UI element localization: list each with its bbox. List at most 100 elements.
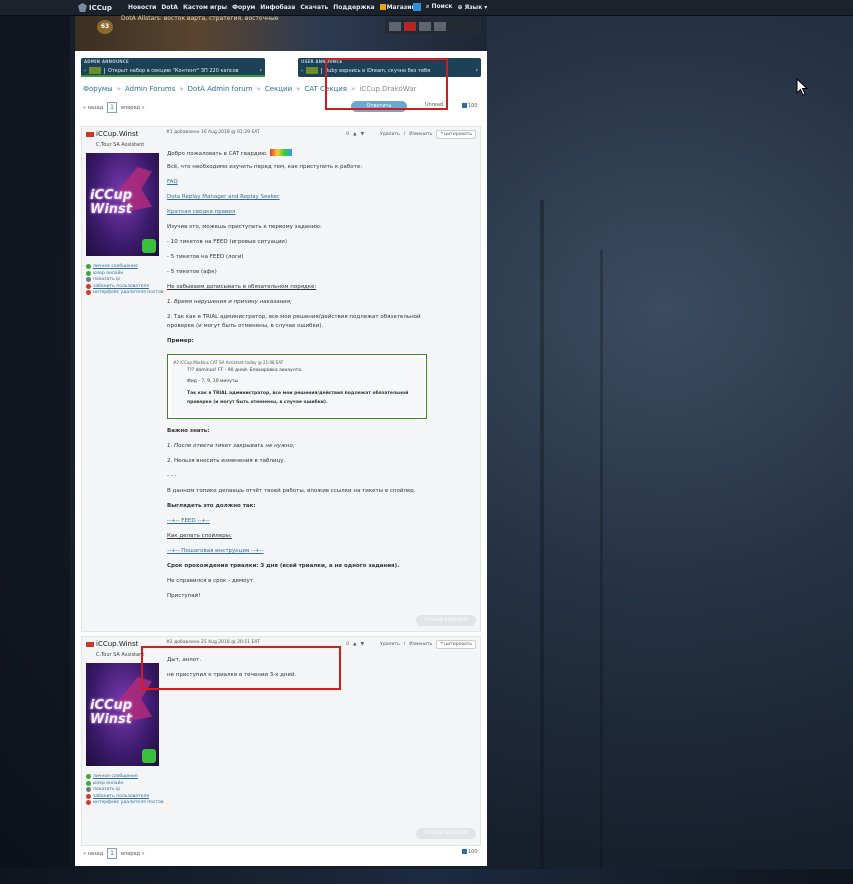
shop-icon	[379, 4, 386, 10]
ban-user-link[interactable]: забанить пользователя	[86, 283, 164, 289]
pager-next[interactable]: вперед »	[121, 105, 145, 111]
user-online-link[interactable]: юзер онлайн	[86, 780, 164, 786]
background-trunk	[600, 250, 603, 880]
author-links: личное сообщение юзер онлайн показать ip…	[86, 774, 164, 807]
status-icon	[86, 264, 91, 269]
rank-badge-icon	[142, 749, 156, 763]
crumb-dota-admin-forum[interactable]: DotA Admin forum	[188, 85, 253, 93]
show-ip-link[interactable]: показать ip	[86, 277, 164, 282]
crumb-admin-forums[interactable]: Admin Forums	[125, 85, 175, 93]
post-meta: #2 добавлено 25 Aug 2018 @ 20:11 EAT	[166, 640, 260, 645]
rules-summary-link[interactable]: Краткая сводка правил	[167, 209, 235, 215]
nav-dota[interactable]: DotA	[161, 4, 178, 11]
ban-icon	[86, 283, 91, 289]
thumbs-up-icon[interactable]: ▲	[353, 642, 356, 647]
edit-post-link[interactable]: Изменить	[409, 132, 432, 137]
feed-spoiler-link[interactable]: --+-- FEED --+--	[167, 518, 210, 524]
nav-menu: Новости DotA Кастом игры Форум Инфобаза …	[128, 4, 416, 11]
left-arrow-icon[interactable]: ‹	[84, 68, 86, 74]
pagination-top: « назад 1 вперед »	[83, 102, 145, 113]
delete-posts-link[interactable]: интерфейс удалителя постов	[86, 800, 164, 805]
author-role: C.Tour SA Assistant	[96, 652, 145, 658]
profile-icon[interactable]	[434, 21, 446, 31]
thumbs-up-icon[interactable]: ▲	[353, 132, 356, 137]
pager-next[interactable]: вперед »	[121, 851, 145, 857]
header-banner: 63 DotA Allstars: восток варта, стратеги…	[75, 15, 487, 51]
top-navigation: ICCup Новости DotA Кастом игры Форум Инф…	[0, 0, 853, 16]
user-icon[interactable]	[413, 3, 421, 11]
private-message-link[interactable]: личное сообщение	[86, 774, 164, 779]
post-count: 100	[462, 849, 478, 855]
instruction-spoiler-link[interactable]: --+-- Пошаговая инструкция --+--	[167, 548, 264, 554]
nav-shop[interactable]: Магазин	[379, 4, 416, 11]
status-icon	[86, 774, 91, 779]
thumbs-down-icon[interactable]: ▼	[361, 642, 364, 647]
status-icon	[86, 270, 91, 276]
ban-icon	[86, 793, 91, 799]
nav-custom-games[interactable]: Кастом игры	[183, 4, 227, 11]
delete-icon	[86, 800, 91, 805]
nav-download[interactable]: Скачать	[300, 4, 328, 11]
crumb-forums[interactable]: Форумы	[83, 85, 113, 93]
pagination-bottom: « назад 1 вперед »	[83, 848, 145, 859]
mail-icon[interactable]	[389, 21, 401, 31]
admin-announcement[interactable]: ADMIN ANNOUNCE ‹ Открыт набор в секцию "К…	[81, 58, 265, 77]
vote-count: 0	[346, 642, 350, 647]
pager-page[interactable]: 1	[107, 102, 117, 113]
bottom-bar	[0, 869, 853, 884]
background-trunk	[540, 200, 544, 880]
chevron-down-icon: ▾	[484, 3, 488, 11]
site-logo[interactable]: ICCup	[78, 3, 112, 12]
tools-icon[interactable]	[419, 21, 431, 31]
flag-icon	[86, 131, 94, 137]
globe-icon: ⊕	[457, 3, 463, 11]
delete-post-link[interactable]: Удалить	[380, 642, 400, 647]
quote-button[interactable]: ❝ цитировать	[436, 640, 476, 649]
nav-forum[interactable]: Форум	[232, 4, 255, 11]
nav-right: ⌕ Поиск ⊕ Язык ▾	[413, 3, 487, 11]
delete-posts-link[interactable]: интерфейс удалителя постов	[86, 290, 164, 295]
private-message-link[interactable]: личное сообщение	[86, 264, 164, 269]
flag-icon	[86, 641, 94, 647]
right-arrow-icon[interactable]: ›	[260, 67, 262, 74]
replay-manager-link[interactable]: Dota Replay Manager and Replay Seeker	[167, 194, 279, 200]
edit-post-link[interactable]: Изменить	[409, 642, 432, 647]
flag-icon	[306, 67, 318, 74]
faq-link[interactable]: FAQ	[167, 179, 178, 185]
crumb-sections[interactable]: Секции	[265, 85, 292, 93]
search-link[interactable]: ⌕ Поиск	[426, 3, 452, 11]
list-icon	[462, 849, 467, 854]
user-online-link[interactable]: юзер онлайн	[86, 270, 164, 276]
left-arrow-icon[interactable]: ‹	[301, 68, 303, 74]
right-arrow-icon[interactable]: ›	[476, 67, 478, 74]
mouse-cursor-icon	[796, 77, 809, 96]
ip-icon	[86, 787, 91, 792]
pager-prev[interactable]: « назад	[83, 105, 103, 111]
pager-prev[interactable]: « назад	[83, 851, 103, 857]
post-author[interactable]: iCCup.Winst	[86, 130, 138, 138]
notification-icon[interactable]	[404, 21, 416, 31]
vote-count: 0	[346, 132, 350, 137]
nav-news[interactable]: Новости	[128, 4, 156, 11]
show-ip-link[interactable]: показать ip	[86, 787, 164, 792]
old-comment-button[interactable]: СТАРЫЙ КОММЕНТ	[416, 828, 476, 839]
highlight-box	[325, 58, 448, 110]
thumbs-down-icon[interactable]: ▼	[361, 132, 364, 137]
content-wrapper: 63 DotA Allstars: восток варта, стратеги…	[75, 15, 487, 866]
language-select[interactable]: ⊕ Язык ▾	[457, 4, 487, 11]
quote-button[interactable]: ❝ цитировать	[436, 130, 476, 139]
old-comment-button[interactable]: СТАРЫЙ КОММЕНТ	[416, 615, 476, 626]
nav-support[interactable]: Поддержка	[333, 4, 374, 11]
rank-badge-icon	[142, 239, 156, 253]
flag-icon	[89, 67, 101, 74]
status-icon	[86, 780, 91, 786]
delete-icon	[86, 290, 91, 295]
nav-infobase[interactable]: Инфобаза	[260, 4, 295, 11]
logo-icon	[78, 3, 87, 12]
delete-post-link[interactable]: Удалить	[380, 132, 400, 137]
author-role: C.Tour SA Assistant	[96, 142, 145, 148]
post-body: Добро пожаловать в CAT гвардию. Всё, что…	[167, 149, 477, 619]
post-author[interactable]: iCCup.Winst	[86, 640, 138, 648]
pager-page[interactable]: 1	[107, 848, 117, 859]
ban-user-link[interactable]: забанить пользователя	[86, 793, 164, 799]
